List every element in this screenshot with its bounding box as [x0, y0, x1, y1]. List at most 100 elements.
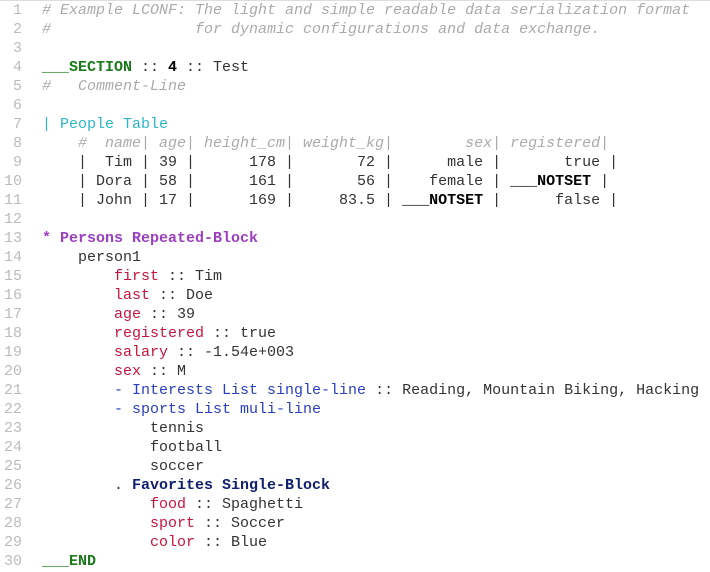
code-token: sport — [150, 515, 196, 532]
line-number: 3 — [12, 40, 22, 57]
code-line[interactable]: 3 — [0, 39, 699, 58]
code-line[interactable]: 2 # for dynamic configurations and data e… — [0, 20, 699, 39]
code-line[interactable]: 16 last :: Doe — [0, 286, 699, 305]
line-content: color :: Blue — [42, 533, 267, 552]
line-content: sex :: M — [42, 362, 186, 381]
code-editor[interactable]: 1 # Example LCONF: The light and simple r… — [0, 1, 699, 571]
line-number: 18 — [3, 325, 22, 342]
code-line[interactable]: 22 - sports List muli-line — [0, 400, 699, 419]
line-content: sport :: Soccer — [42, 514, 285, 533]
code-token: food — [150, 496, 187, 513]
line-number: 1 — [12, 2, 22, 19]
line-content: - Interests List single-line :: Reading,… — [42, 381, 699, 400]
line-number: 9 — [12, 154, 22, 171]
line-number: 16 — [3, 287, 22, 304]
code-line[interactable]: 18 registered :: true — [0, 324, 699, 343]
code-line[interactable]: 29 color :: Blue — [0, 533, 699, 552]
line-content: # Example LCONF: The light and simple re… — [42, 1, 690, 20]
code-line[interactable]: 26 . Favorites Single-Block — [0, 476, 699, 495]
code-token: # Comment-Line — [42, 78, 187, 95]
code-line[interactable]: 30 ___END — [0, 552, 699, 571]
code-token: | — [591, 173, 610, 190]
code-line[interactable]: 12 — [0, 210, 699, 229]
code-token: . — [42, 477, 133, 494]
line-content: . Favorites Single-Block — [42, 476, 330, 495]
code-line[interactable]: 24 football — [0, 438, 699, 457]
code-token: :: M — [141, 363, 187, 380]
code-line[interactable]: 21 - Interests List single-line :: Readi… — [0, 381, 699, 400]
line-number: 30 — [3, 553, 22, 570]
code-token: last — [114, 287, 151, 304]
code-line[interactable]: 11 | John | 17 | 169 | 83.5 | ___NOTSET … — [0, 191, 699, 210]
code-token: person1 — [42, 249, 142, 266]
code-line[interactable]: 23 tennis — [0, 419, 699, 438]
line-number: 11 — [3, 192, 22, 209]
code-token: # name| age| height_cm| weight_kg| sex| … — [42, 135, 610, 152]
line-number: 24 — [3, 439, 22, 456]
code-token: 4 — [168, 59, 178, 76]
line-content: | John | 17 | 169 | 83.5 | ___NOTSET | f… — [42, 191, 618, 210]
code-line[interactable]: 6 — [0, 96, 699, 115]
code-token: - Interests List single-line — [114, 382, 367, 399]
line-content: person1 — [42, 248, 141, 267]
code-token: # for dynamic configurations and data ex… — [42, 21, 601, 38]
line-content: | Dora | 58 | 161 | 56 | female | ___NOT… — [42, 172, 609, 191]
line-content: * Persons Repeated-Block — [42, 229, 258, 248]
code-line[interactable]: 5 # Comment-Line — [0, 77, 699, 96]
line-number: 5 — [12, 78, 22, 95]
line-number: 29 — [3, 534, 22, 551]
code-line[interactable]: 14 person1 — [0, 248, 699, 267]
code-token: :: Doe — [150, 287, 214, 304]
code-line[interactable]: 9 | Tim | 39 | 178 | 72 | male | true | — [0, 153, 699, 172]
code-line[interactable]: 10 | Dora | 58 | 161 | 56 | female | ___… — [0, 172, 699, 191]
code-token: :: Test — [177, 59, 250, 76]
code-line[interactable]: 13 * Persons Repeated-Block — [0, 229, 699, 248]
line-content: # for dynamic configurations and data ex… — [42, 20, 600, 39]
line-content: football — [42, 438, 222, 457]
line-number: 4 — [12, 59, 22, 76]
code-token: * Persons Repeated-Block — [42, 230, 259, 247]
line-content: last :: Doe — [42, 286, 213, 305]
code-token: ___NOTSET — [510, 173, 592, 190]
line-number: 19 — [3, 344, 22, 361]
code-line[interactable]: 15 first :: Tim — [0, 267, 699, 286]
code-line[interactable]: 27 food :: Spaghetti — [0, 495, 699, 514]
code-token: Favorites Single-Block — [132, 477, 331, 494]
code-token: | People Table — [42, 116, 169, 133]
line-number: 2 — [12, 21, 22, 38]
code-line[interactable]: 19 salary :: -1.54e+003 — [0, 343, 699, 362]
code-token: :: Tim — [159, 268, 223, 285]
code-token: :: — [132, 59, 169, 76]
code-token: soccer — [42, 458, 205, 475]
line-number: 7 — [12, 116, 22, 133]
code-token: :: Soccer — [195, 515, 286, 532]
line-number: 21 — [3, 382, 22, 399]
code-line[interactable]: 28 sport :: Soccer — [0, 514, 699, 533]
code-token: sex — [114, 363, 142, 380]
code-token: | Dora | 58 | 161 | 56 | female | — [42, 173, 511, 190]
code-line[interactable]: 7 | People Table — [0, 115, 699, 134]
line-number: 12 — [3, 211, 22, 228]
code-line[interactable]: 20 sex :: M — [0, 362, 699, 381]
line-content: # name| age| height_cm| weight_kg| sex| … — [42, 134, 609, 153]
line-number: 22 — [3, 401, 22, 418]
code-token: ___SECTION — [42, 59, 133, 76]
code-line[interactable]: 8 # name| age| height_cm| weight_kg| sex… — [0, 134, 699, 153]
code-token: :: Reading, Mountain Biking, Hacking — [366, 382, 700, 399]
code-line[interactable]: 1 # Example LCONF: The light and simple r… — [0, 1, 699, 20]
code-line[interactable]: 4 ___SECTION :: 4 :: Test — [0, 58, 699, 77]
code-line[interactable]: 25 soccer — [0, 457, 699, 476]
line-number: 15 — [3, 268, 22, 285]
line-number: 14 — [3, 249, 22, 266]
code-token: first — [114, 268, 160, 285]
line-content: soccer — [42, 457, 204, 476]
code-token: ___NOTSET — [402, 192, 484, 209]
code-line[interactable]: 17 age :: 39 — [0, 305, 699, 324]
line-number: 13 — [3, 230, 22, 247]
